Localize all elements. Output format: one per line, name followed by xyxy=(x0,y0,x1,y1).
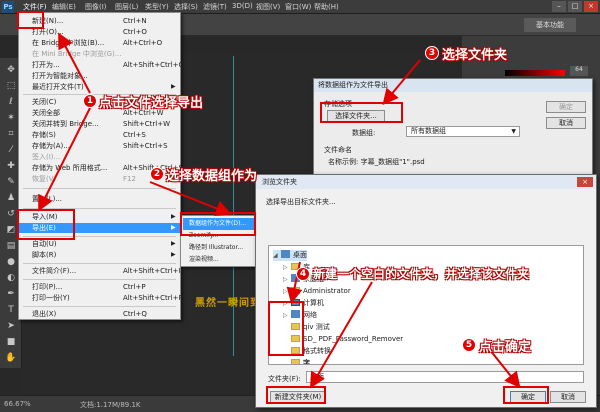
callout-step5: 点击确定 xyxy=(479,340,532,355)
callout-step2: 选择数据组作为 xyxy=(166,169,258,184)
arrow-3 xyxy=(382,59,421,106)
callout-step3: 选择文件夹 xyxy=(442,48,508,63)
callout-step1: 点击文件选择导出 xyxy=(99,96,204,111)
step-number-3: 3 xyxy=(425,46,439,60)
arrow-2 xyxy=(149,181,232,217)
step-number-5: 5 xyxy=(462,338,476,352)
arrow-4b xyxy=(309,281,373,389)
step-number-2: 2 xyxy=(150,167,164,181)
step-number-4: 4 xyxy=(296,267,310,281)
arrow-1b xyxy=(38,107,91,212)
arrow-1a xyxy=(58,32,91,94)
callout-step4: 新建一个空白的文件夹，并选择该文件夹 xyxy=(313,267,530,281)
arrow-5 xyxy=(489,349,521,389)
step-number-1: 1 xyxy=(83,94,97,108)
